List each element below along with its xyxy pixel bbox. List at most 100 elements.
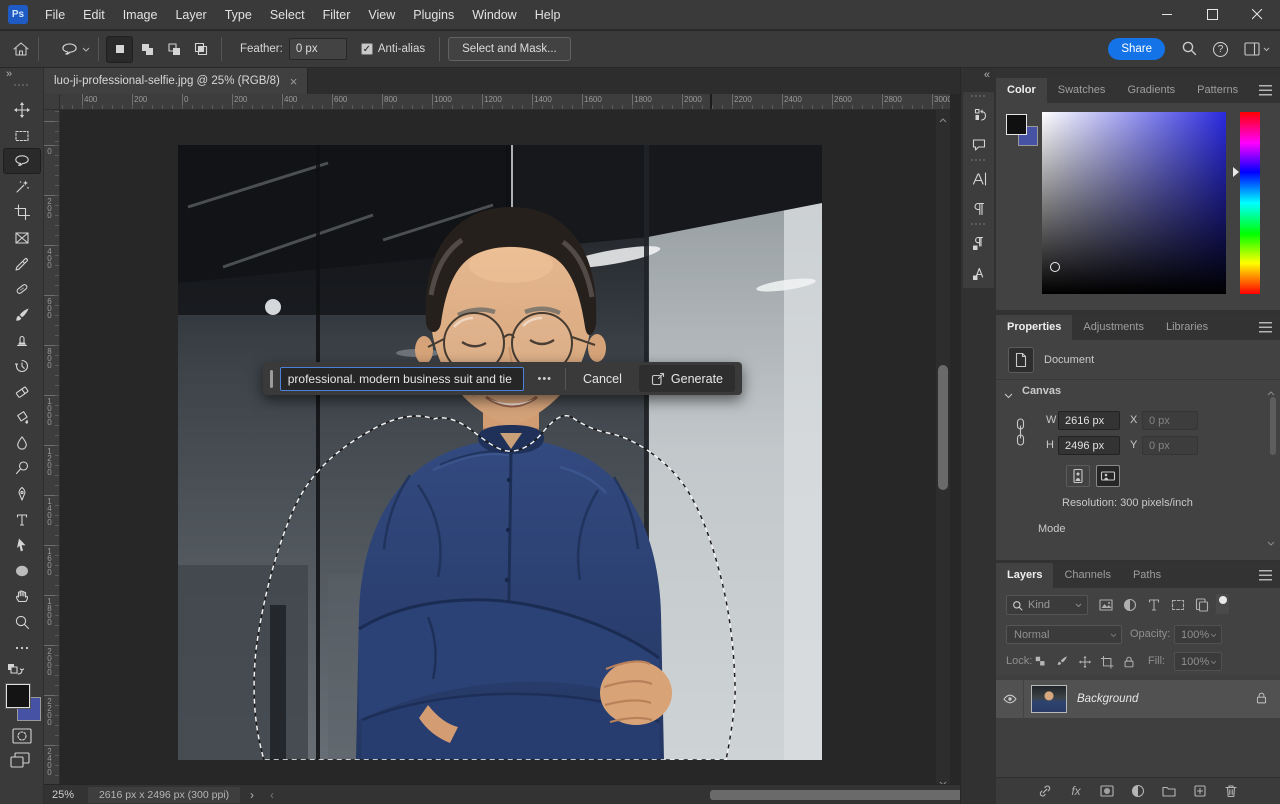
home-icon[interactable] <box>12 41 30 57</box>
height-input[interactable] <box>1058 436 1120 455</box>
horizontal-scrollbar-thumb[interactable] <box>710 790 963 800</box>
type-tool[interactable] <box>4 508 40 532</box>
history-brush-tool[interactable] <box>4 354 40 378</box>
shape-layer-filter-icon[interactable] <box>1168 596 1188 614</box>
dock-grip[interactable] <box>963 220 994 228</box>
zoom-tool[interactable] <box>4 610 40 634</box>
swap-colors-icon[interactable] <box>5 662 27 680</box>
tab-layers[interactable]: Layers <box>996 563 1053 588</box>
link-layers-icon[interactable] <box>1036 783 1054 799</box>
status-expand-icon[interactable]: › <box>250 788 254 802</box>
maximize-button[interactable] <box>1190 0 1235 30</box>
edit-toolbar-tool[interactable] <box>4 636 40 660</box>
document-dimensions[interactable]: 2616 px x 2496 px (300 ppi) <box>88 787 240 803</box>
collapse-dock-icon[interactable]: « <box>984 69 990 81</box>
lock-artboard-icon[interactable] <box>1098 653 1116 671</box>
rectangular-marquee-tool[interactable] <box>4 124 40 148</box>
landscape-orientation-button[interactable] <box>1096 465 1120 487</box>
menu-select[interactable]: Select <box>261 0 314 30</box>
layer-effects-icon[interactable]: fx <box>1067 784 1085 798</box>
panel-menu-icon[interactable] <box>1259 322 1272 333</box>
share-button[interactable]: Share <box>1108 38 1165 60</box>
lasso-tool[interactable] <box>4 149 40 173</box>
close-button[interactable] <box>1235 0 1280 30</box>
layer-visibility-cell[interactable] <box>996 680 1024 718</box>
clone-stamp-tool[interactable] <box>4 328 40 352</box>
ellipse-shape-tool[interactable] <box>4 559 40 583</box>
scroll-left-icon[interactable]: ‹ <box>270 788 274 802</box>
search-icon[interactable] <box>1181 40 1197 59</box>
tab-channels[interactable]: Channels <box>1053 563 1121 588</box>
brush-tool[interactable] <box>4 303 40 327</box>
spot-healing-tool[interactable] <box>4 277 40 301</box>
delete-layer-icon[interactable] <box>1222 783 1240 799</box>
adjustment-layer-icon[interactable] <box>1129 783 1147 799</box>
layer-filter-toggle[interactable] <box>1216 594 1229 614</box>
canvas-area[interactable]: ••• Cancel Generate <box>60 110 960 784</box>
tab-swatches[interactable]: Swatches <box>1047 78 1117 103</box>
tab-color[interactable]: Color <box>996 78 1047 103</box>
screen-mode-button[interactable] <box>10 752 30 773</box>
scroll-down-icon[interactable] <box>939 775 947 784</box>
path-selection-tool[interactable] <box>4 533 40 557</box>
pen-tool[interactable] <box>4 482 40 506</box>
menu-view[interactable]: View <box>359 0 404 30</box>
layer-locked-icon[interactable] <box>1255 691 1268 708</box>
new-selection-icon[interactable] <box>107 37 132 62</box>
color-field[interactable] <box>1042 112 1226 294</box>
blend-mode-select[interactable]: Normal <box>1006 625 1122 644</box>
document-tab[interactable]: luo-ji-professional-selfie.jpg @ 25% (RG… <box>44 68 308 94</box>
adjustment-layer-filter-icon[interactable] <box>1120 596 1140 614</box>
prompt-more-options-button[interactable]: ••• <box>531 373 558 385</box>
type-layer-filter-icon[interactable] <box>1144 596 1164 614</box>
crop-tool[interactable] <box>4 200 40 224</box>
menu-file[interactable]: File <box>36 0 74 30</box>
menu-layer[interactable]: Layer <box>166 0 215 30</box>
fill-value[interactable]: 100% <box>1174 652 1222 671</box>
scroll-down-icon[interactable] <box>1267 535 1275 549</box>
tab-gradients[interactable]: Gradients <box>1116 78 1186 103</box>
vertical-scrollbar[interactable] <box>936 110 950 784</box>
menu-plugins[interactable]: Plugins <box>404 0 463 30</box>
menu-type[interactable]: Type <box>216 0 261 30</box>
quick-mask-button[interactable] <box>12 728 32 747</box>
subtract-from-selection-icon[interactable] <box>161 37 186 62</box>
paragraph-styles-panel-icon[interactable] <box>963 228 994 258</box>
dodge-tool[interactable] <box>4 456 40 480</box>
zoom-level[interactable]: 25% <box>52 789 74 801</box>
expand-toolbar-icon[interactable]: » <box>6 68 12 80</box>
feather-input[interactable] <box>289 38 347 60</box>
layer-filter-kind-select[interactable]: Kind <box>1006 595 1088 615</box>
layer-thumbnail[interactable] <box>1031 685 1067 713</box>
intersect-selection-icon[interactable] <box>188 37 213 62</box>
smart-object-filter-icon[interactable] <box>1192 596 1212 614</box>
object-selection-tool[interactable] <box>4 175 40 199</box>
help-icon[interactable]: ? <box>1213 42 1228 57</box>
generate-button[interactable]: Generate <box>639 365 735 392</box>
new-group-icon[interactable] <box>1160 783 1178 799</box>
layer-row-background[interactable]: Background <box>996 680 1280 718</box>
hue-slider-marker[interactable] <box>1233 167 1239 177</box>
close-tab-icon[interactable]: × <box>290 74 298 89</box>
panel-menu-icon[interactable] <box>1259 570 1272 581</box>
dock-grip[interactable] <box>963 156 994 164</box>
eraser-tool[interactable] <box>4 380 40 404</box>
properties-scrollbar-thumb[interactable] <box>1270 397 1276 455</box>
antialias-checkbox[interactable]: ✓ <box>361 43 373 55</box>
tab-patterns[interactable]: Patterns <box>1186 78 1249 103</box>
constrain-link-icon[interactable] <box>1014 413 1027 454</box>
menu-window[interactable]: Window <box>463 0 525 30</box>
paint-bucket-tool[interactable] <box>4 405 40 429</box>
frame-tool[interactable] <box>4 226 40 250</box>
menu-image[interactable]: Image <box>114 0 167 30</box>
lock-position-icon[interactable] <box>1076 653 1094 671</box>
menu-help[interactable]: Help <box>526 0 570 30</box>
vertical-scrollbar-thumb[interactable] <box>938 365 948 490</box>
scroll-up-icon[interactable] <box>939 112 947 126</box>
pixel-layer-filter-icon[interactable] <box>1096 596 1116 614</box>
add-to-selection-icon[interactable] <box>134 37 159 62</box>
panel-menu-icon[interactable] <box>1259 85 1272 96</box>
tab-libraries[interactable]: Libraries <box>1155 315 1219 340</box>
toolbar-grip[interactable] <box>14 84 30 86</box>
y-input[interactable] <box>1142 436 1198 455</box>
